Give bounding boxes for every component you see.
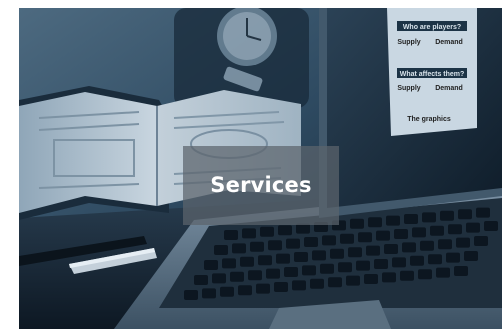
keyboard-key: [294, 252, 308, 262]
keyboard-key: [268, 240, 282, 251]
trackpad: [269, 300, 391, 329]
keyboard-key: [382, 272, 396, 283]
keyboard-key: [456, 237, 470, 248]
keyboard-key: [274, 282, 288, 292]
keyboard-key: [484, 221, 498, 231]
keyboard-key: [286, 238, 300, 249]
keyboard-key: [440, 210, 454, 221]
keyboard-key: [284, 267, 298, 277]
keyboard-key: [278, 225, 292, 236]
keyboard-key: [242, 228, 256, 239]
keyboard-key: [212, 273, 226, 284]
keyboard-key: [374, 259, 388, 269]
keyboard-key: [250, 241, 264, 252]
keyboard-key: [348, 247, 362, 258]
keyboard-key: [266, 268, 280, 279]
keyboard-key: [376, 230, 390, 241]
keyboard-key: [222, 258, 236, 269]
keyboard-key: [322, 235, 336, 246]
keyboard-key: [338, 262, 352, 273]
keyboard-key: [422, 212, 436, 223]
keyboard-key: [464, 251, 478, 261]
keyboard-key: [458, 209, 472, 220]
keyboard-key: [410, 255, 424, 266]
keyboard-key: [224, 230, 238, 240]
keyboard-key: [364, 274, 378, 284]
keyboard-key: [356, 260, 370, 271]
keyboard-key: [402, 242, 416, 253]
keyboard-key: [204, 260, 218, 270]
keyboard-key: [214, 245, 228, 255]
keyboard-key: [466, 222, 480, 233]
keyboard-key: [304, 237, 318, 247]
keyboard-key: [404, 214, 418, 224]
keyboard-key: [296, 223, 310, 234]
keyboard-key: [276, 253, 290, 264]
keyboard-key: [368, 217, 382, 228]
keyboard-key: [312, 250, 326, 261]
keyboard-key: [412, 227, 426, 238]
keyboard-key: [366, 245, 380, 256]
keyboard-key: [394, 229, 408, 239]
keyboard-key: [438, 239, 452, 250]
keyboard-key: [358, 232, 372, 243]
keyboard-key: [194, 275, 208, 285]
keyboard-key: [328, 277, 342, 288]
keyboard-key: [448, 224, 462, 235]
keyboard-key: [238, 285, 252, 296]
keyboard-key: [386, 215, 400, 226]
keyboard-key: [292, 280, 306, 291]
keyboard-key: [436, 267, 450, 278]
keyboard-key: [400, 270, 414, 281]
keyboard-key: [454, 266, 468, 276]
keyboard-key: [418, 269, 432, 280]
keyboard-key: [420, 240, 434, 251]
keyboard-key: [302, 265, 316, 276]
keyboard-key: [330, 248, 344, 259]
keyboard-key: [320, 263, 334, 274]
keyboard-key: [202, 288, 216, 299]
services-caption-box[interactable]: Services: [183, 146, 339, 225]
keyboard-key: [256, 283, 270, 294]
keyboard-key: [430, 225, 444, 236]
keyboard-key: [258, 255, 272, 266]
services-caption-title: Services: [210, 173, 312, 197]
keyboard-key: [232, 243, 246, 254]
keyboard-key: [476, 207, 490, 218]
keyboard-key: [230, 271, 244, 282]
keyboard-key: [260, 226, 274, 237]
keyboard-key: [220, 286, 234, 297]
keyboard-key: [310, 278, 324, 289]
keyboard-key: [184, 290, 198, 300]
keyboard-key: [384, 244, 398, 254]
keyboard-key: [474, 236, 488, 246]
keyboard-key: [346, 275, 360, 286]
card-frame: Who are players? Supply Demand What affe…: [0, 0, 502, 329]
keyboard-key: [340, 233, 354, 244]
keyboard-key: [248, 270, 262, 281]
keyboard-key: [446, 252, 460, 263]
keyboard-key: [392, 257, 406, 268]
keyboard-key: [350, 218, 364, 229]
keyboard-key: [240, 256, 254, 267]
keyboard-key: [428, 254, 442, 265]
